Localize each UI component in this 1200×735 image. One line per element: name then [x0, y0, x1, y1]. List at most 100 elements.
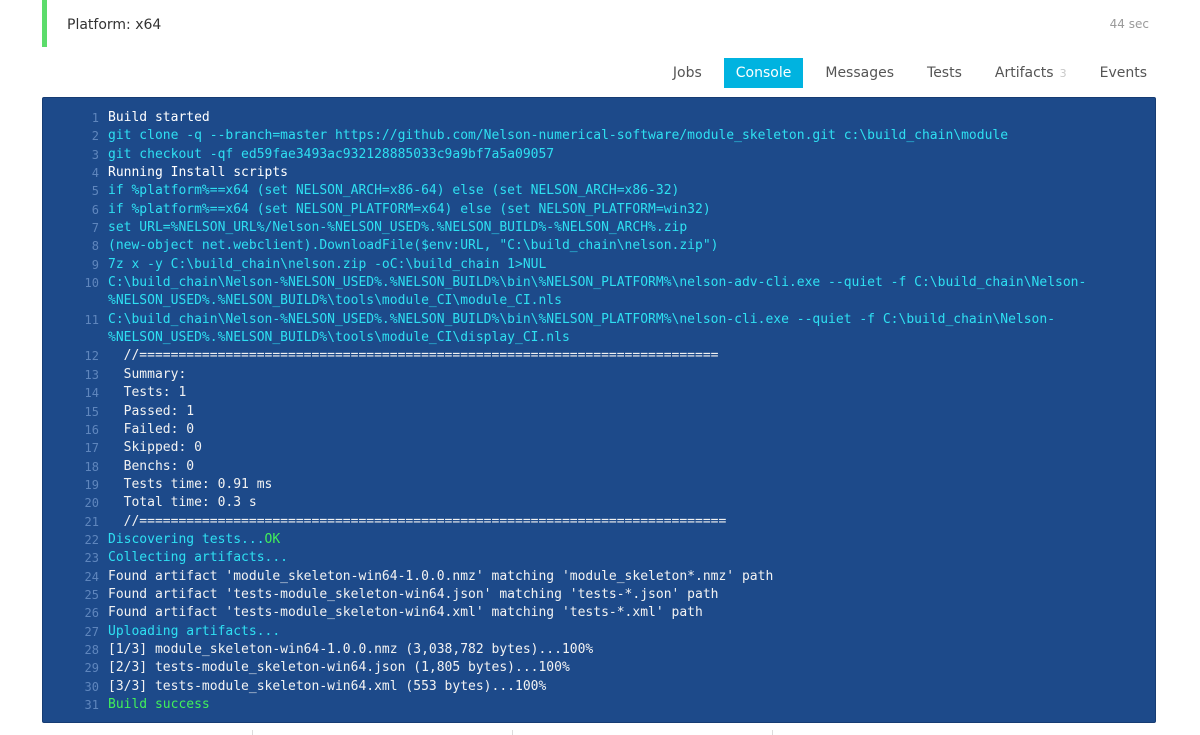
- line-number: 8: [91, 239, 99, 254]
- line-text: [2/3] tests-module_skeleton-win64.json (…: [108, 660, 570, 676]
- line-text: if %platform%==x64 (set NELSON_ARCH=x86-…: [108, 183, 680, 199]
- tab-tests[interactable]: Tests: [916, 58, 973, 88]
- line-number: 29: [84, 661, 99, 676]
- line-text: [3/3] tests-module_skeleton-win64.xml (5…: [108, 678, 547, 694]
- console-line: 6 if %platform%==x64 (set NELSON_PLATFORM…: [43, 201, 1155, 219]
- tab-console[interactable]: Console: [723, 58, 804, 88]
- line-number: 21: [84, 514, 99, 529]
- line-number: 9: [91, 257, 99, 272]
- tab-label: Jobs: [672, 65, 702, 81]
- console-line: 1 Build started: [43, 109, 1155, 127]
- console-line: 23 Collecting artifacts...: [43, 549, 1155, 567]
- console-line: 18 Benchs: 0: [43, 458, 1155, 476]
- tab-events[interactable]: Events: [1089, 58, 1158, 88]
- console-line: 27 Uploading artifacts...: [43, 623, 1155, 641]
- job-title: Platform: x64: [67, 17, 162, 33]
- line-number: 4: [91, 166, 99, 181]
- line-number: 7: [91, 221, 99, 236]
- tab-jobs[interactable]: Jobs: [662, 58, 713, 88]
- line-text-part: C:\build_chain\Nelson-%NELSON_USED%.%NEL…: [108, 311, 1056, 327]
- line-number: 19: [84, 477, 99, 492]
- tab-label: Events: [1099, 65, 1147, 81]
- line-number: 2: [91, 129, 99, 144]
- line-number: 18: [84, 459, 99, 474]
- divider: [512, 730, 513, 735]
- tab-label: Messages: [825, 65, 895, 81]
- console-line: 14 Tests: 1: [43, 384, 1155, 402]
- line-text: [1/3] module_skeleton-win64-1.0.0.nmz (3…: [108, 641, 594, 657]
- console-line: 24 Found artifact 'module_skeleton-win64-…: [43, 568, 1155, 586]
- console-line: 7 set URL=%NELSON_URL%/Nelson-%NELSON_USE…: [43, 219, 1155, 237]
- console-line: 13 Summary:: [43, 366, 1155, 384]
- job-duration: 44 sec: [1109, 17, 1149, 31]
- console-line: 4 Running Install scripts: [43, 164, 1155, 182]
- line-number: 10: [84, 276, 99, 291]
- line-text: set URL=%NELSON_URL%/Nelson-%NELSON_USED…: [108, 220, 688, 236]
- tab-messages[interactable]: Messages: [814, 58, 905, 88]
- console-line: 22 Discovering tests...OK: [43, 531, 1155, 549]
- console-line: 29 [2/3] tests-module_skeleton-win64.json…: [43, 659, 1155, 677]
- line-text: //======================================…: [108, 348, 719, 364]
- line-number: 22: [84, 532, 99, 547]
- console-line: 26 Found artifact 'tests-module_skeleton-…: [43, 604, 1155, 622]
- line-text: Uploading artifacts...: [108, 623, 281, 639]
- line-number: 23: [84, 551, 99, 566]
- console-line: 19 Tests time: 0.91 ms: [43, 476, 1155, 494]
- line-text: Passed: 1: [108, 403, 195, 419]
- line-number: 26: [84, 606, 99, 621]
- line-text-part: %NELSON_USED%.%NELSON_BUILD%\tools\modul…: [108, 330, 570, 346]
- tab-artifacts[interactable]: Artifacts 3: [984, 58, 1078, 88]
- line-number: 20: [84, 496, 99, 511]
- line-number: 24: [84, 569, 99, 584]
- line-number: 6: [91, 202, 99, 217]
- line-text: Found artifact 'tests-module_skeleton-wi…: [108, 586, 719, 602]
- line-number: 3: [91, 147, 99, 162]
- line-number: 16: [84, 422, 99, 437]
- line-text: C:\build_chain\Nelson-%NELSON_USED%.%NEL…: [108, 311, 1055, 348]
- console-line: 28 [1/3] module_skeleton-win64-1.0.0.nmz …: [43, 641, 1155, 659]
- line-text: Benchs: 0: [108, 458, 195, 474]
- console-line: 5 if %platform%==x64 (set NELSON_ARCH=x86…: [43, 182, 1155, 200]
- console-line: 10 C:\build_chain\Nelson-%NELSON_USED%.%N…: [43, 274, 1155, 311]
- line-text: Tests: 1: [108, 385, 187, 401]
- tab-label: Console: [735, 65, 792, 81]
- line-text: git checkout -qf ed59fae3493ac9321288850…: [108, 146, 555, 162]
- console-line: 15 Passed: 1: [43, 403, 1155, 421]
- ok-status: OK: [264, 531, 281, 547]
- line-text: Tests time: 0.91 ms: [108, 476, 273, 492]
- console-line: 8 (new-object net.webclient).DownloadFile…: [43, 237, 1155, 255]
- line-text: Total time: 0.3 s: [108, 495, 257, 511]
- line-number: 28: [84, 642, 99, 657]
- line-text-part: C:\build_chain\Nelson-%NELSON_USED%.%NEL…: [108, 275, 1087, 291]
- console-line: 9 7z x -y C:\build_chain\nelson.zip -oC:\…: [43, 256, 1155, 274]
- console-line: 2 git clone -q --branch=master https://gi…: [43, 127, 1155, 145]
- line-text: Build started: [108, 110, 210, 125]
- console-output[interactable]: 1 Build started 2 git clone -q --branch=ma…: [42, 97, 1156, 723]
- console-line: 20 Total time: 0.3 s: [43, 494, 1155, 512]
- line-text: (new-object net.webclient).DownloadFile(…: [108, 238, 719, 254]
- console-line: 25 Found artifact 'tests-module_skeleton-…: [43, 586, 1155, 604]
- console-line: 17 Skipped: 0: [43, 439, 1155, 457]
- line-number: 31: [84, 698, 99, 712]
- console-line: 31 Build success: [43, 696, 1155, 714]
- artifacts-count-badge: 3: [1059, 67, 1067, 80]
- line-text: Build success: [108, 697, 210, 712]
- line-number: 12: [84, 349, 99, 364]
- line-text-part: %NELSON_USED%.%NELSON_BUILD%\tools\modul…: [108, 293, 562, 309]
- line-text: Found artifact 'module_skeleton-win64-1.…: [108, 568, 774, 584]
- tab-label: Tests: [927, 65, 962, 81]
- line-number: 11: [84, 312, 99, 327]
- line-text: //======================================…: [108, 513, 727, 529]
- line-text: git clone -q --branch=master https://git…: [108, 128, 1009, 144]
- line-number: 25: [84, 587, 99, 602]
- console-line: 16 Failed: 0: [43, 421, 1155, 439]
- line-number: 15: [84, 404, 99, 419]
- line-number: 17: [84, 441, 99, 456]
- console-line: 12 //===================================…: [43, 347, 1155, 365]
- line-text-part: Discovering tests...: [108, 531, 265, 547]
- job-header: Platform: x64 44 sec: [42, 0, 1158, 47]
- console-line: 30 [3/3] tests-module_skeleton-win64.xml …: [43, 678, 1155, 696]
- line-number: 27: [84, 624, 99, 639]
- console-line: 3 git checkout -qf ed59fae3493ac932128885…: [43, 146, 1155, 164]
- divider: [772, 730, 773, 735]
